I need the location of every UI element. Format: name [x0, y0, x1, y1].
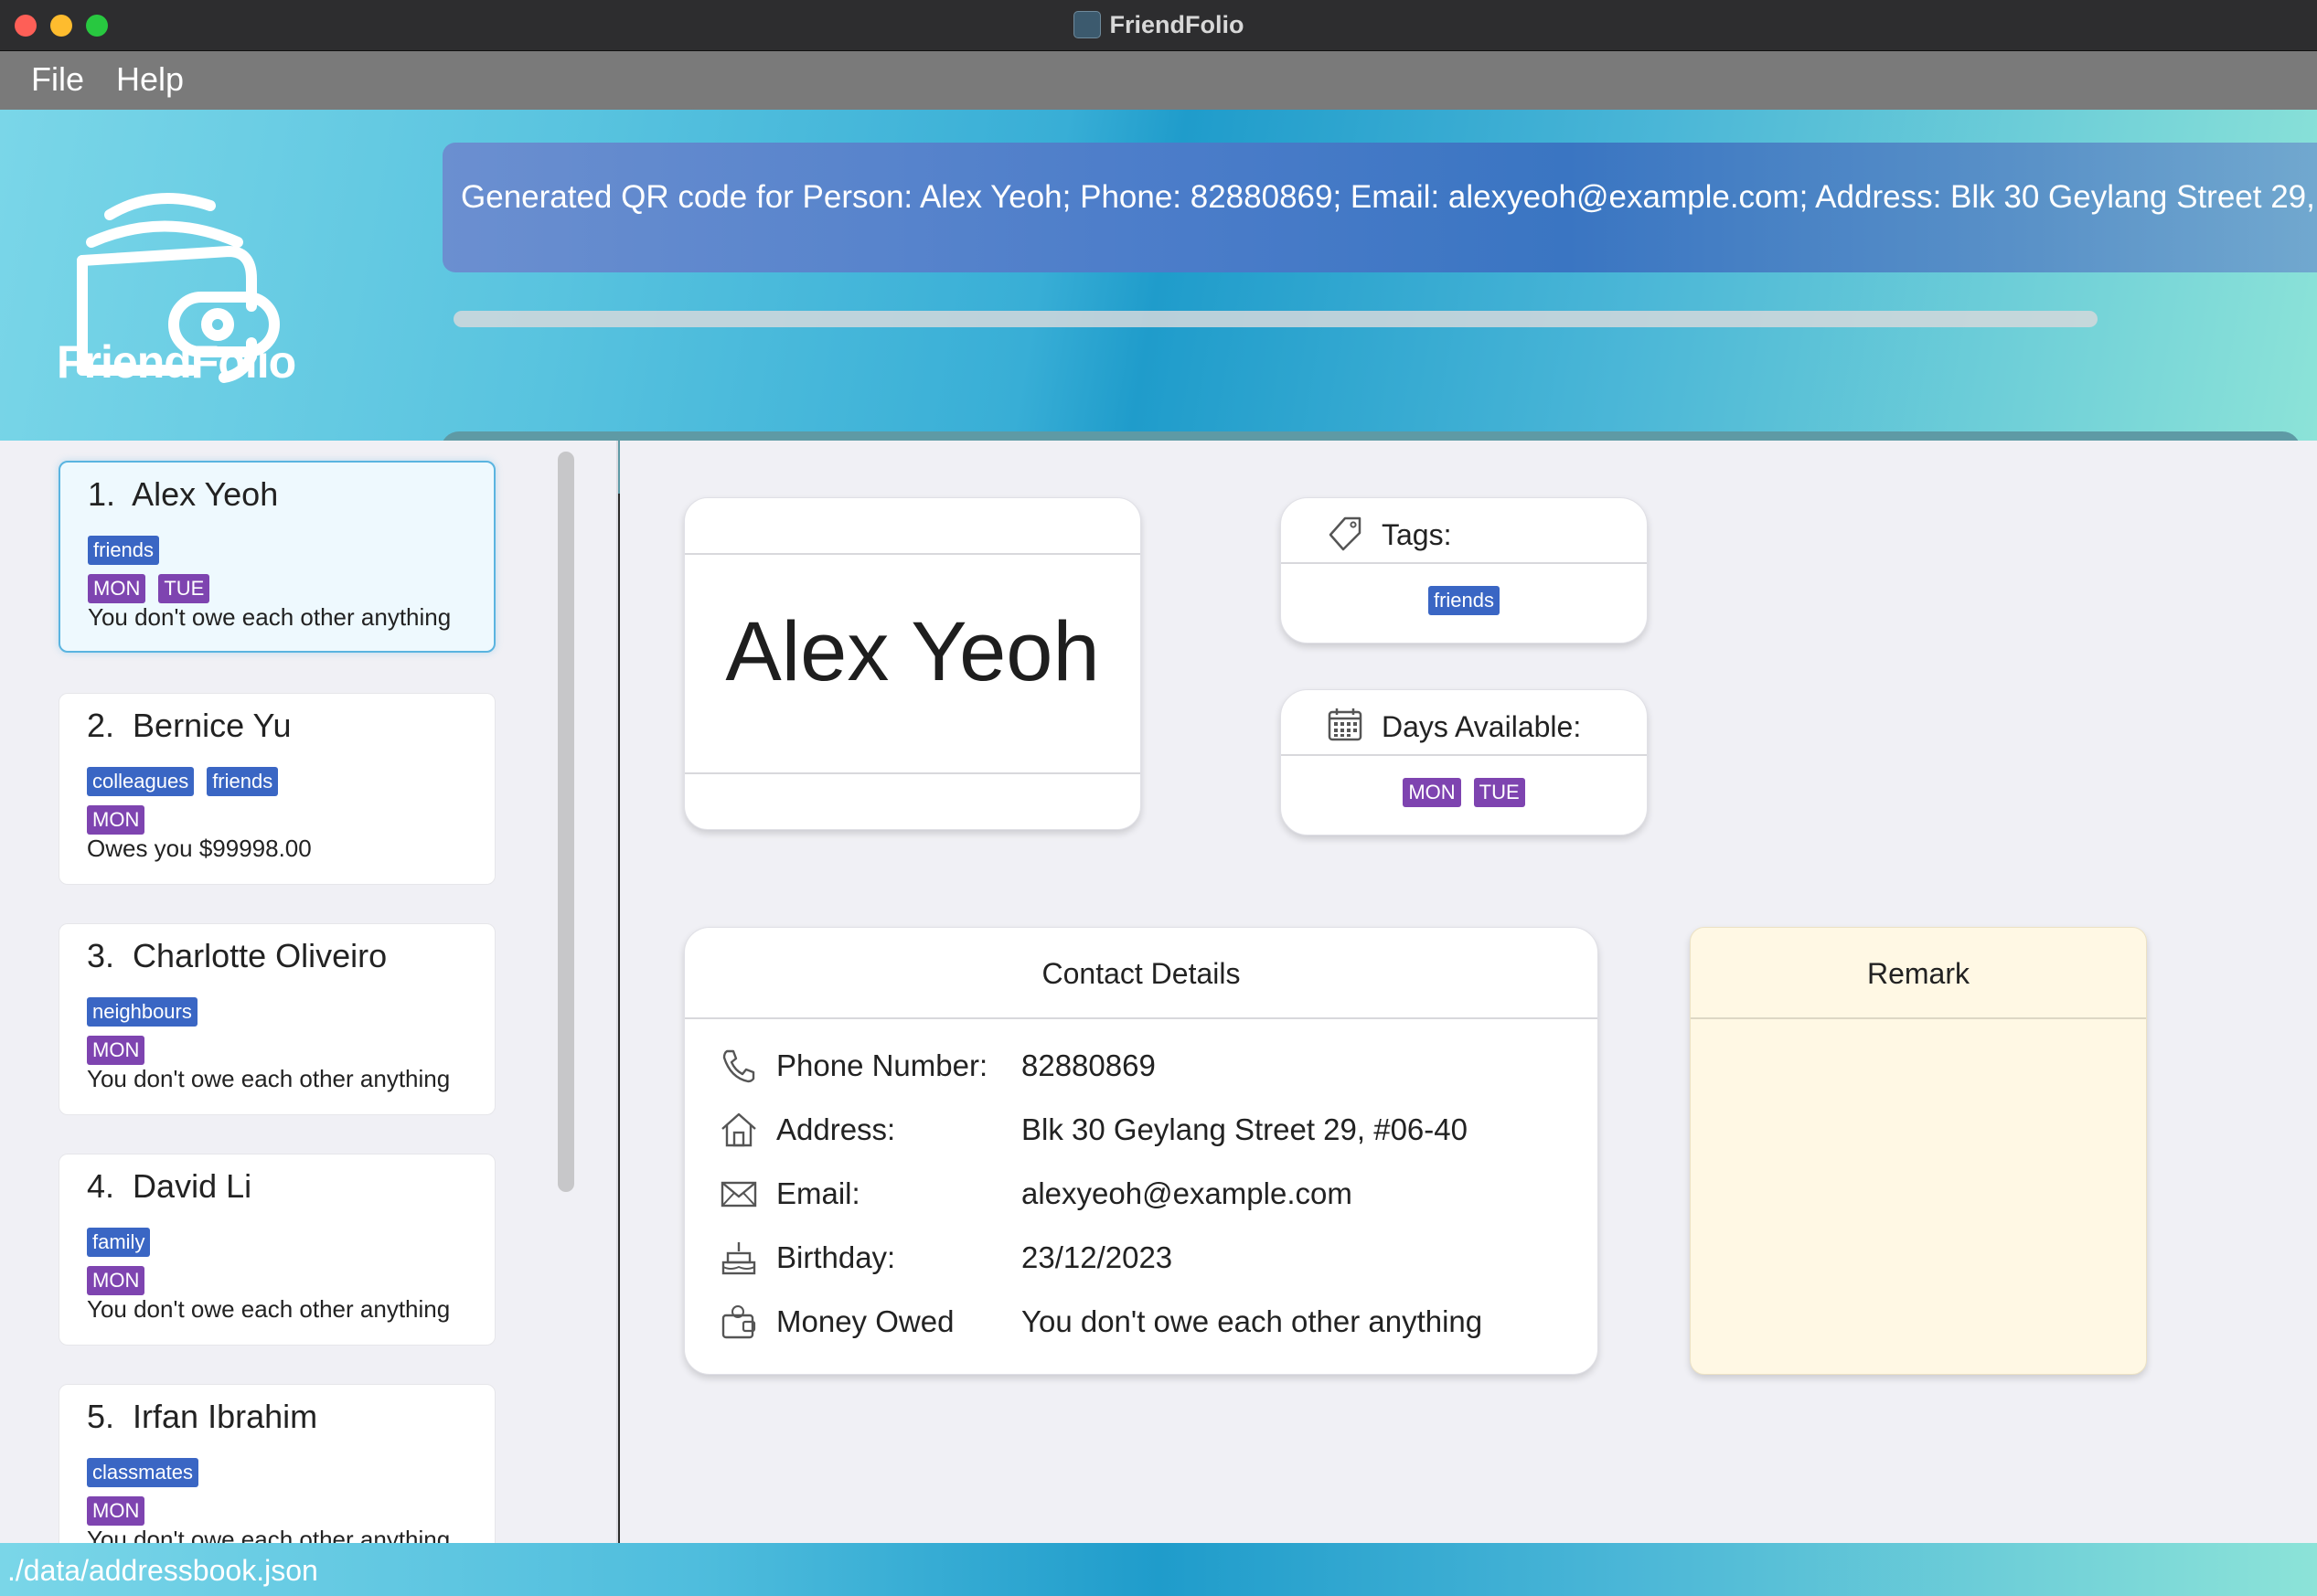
day-chip: MON [87, 1266, 145, 1295]
app-icon [1073, 11, 1101, 38]
remark-card: Remark [1690, 927, 2147, 1375]
name-card: Alex Yeoh [684, 497, 1141, 830]
window-title: FriendFolio [0, 11, 2317, 39]
money-owed-value: You don't owe each other anything [1021, 1304, 1483, 1338]
day-row: MON [87, 805, 145, 835]
tags-card: Tags: friends [1280, 497, 1648, 644]
tag-chip: friends [207, 767, 279, 796]
days-available-title: Days Available: [1382, 710, 1582, 743]
money-status: You don't owe each other anything [87, 1065, 451, 1092]
home-icon [721, 1112, 756, 1147]
address-label: Address: [776, 1112, 896, 1146]
logo-text: FriendFolio [57, 336, 296, 388]
tag-row: friends [88, 536, 160, 565]
birthday-label: Birthday: [776, 1240, 896, 1274]
day-chip: TUE [158, 574, 210, 603]
result-text: Generated QR code for Person: Alex Yeoh;… [443, 143, 2317, 272]
person-card-4[interactable]: 4. David Li family MON You don't owe eac… [59, 1154, 496, 1346]
phone-icon [722, 1049, 755, 1083]
tags-title: Tags: [1382, 518, 1452, 551]
money-owed-row: Money Owed You don't owe each other anyt… [720, 1299, 1561, 1345]
person-name: 2. Bernice Yu [87, 707, 292, 744]
person-card-5[interactable]: 5. Irfan Ibrahim classmates MON You don'… [59, 1384, 496, 1543]
result-display: Generated QR code for Person: Alex Yeoh;… [443, 143, 2317, 382]
birthday-value: 23/12/2023 [1021, 1240, 1173, 1274]
day-chip: TUE [1473, 778, 1525, 807]
header-panel: FriendFolio Generated QR code for Person… [0, 110, 2317, 494]
tag-row: neighbours [87, 997, 198, 1027]
day-row: MON [87, 1036, 145, 1065]
tag-row: colleagues friends [87, 767, 279, 796]
result-horizontal-scrollbar[interactable] [454, 311, 2098, 327]
wallet-icon [721, 1305, 756, 1339]
contact-details-card: Contact Details Phone Number: 82880869 A… [684, 927, 1598, 1375]
tag-row: family [87, 1228, 151, 1257]
day-chip: MON [87, 1036, 145, 1065]
person-list-scrollbar[interactable] [558, 452, 574, 1192]
mail-icon [721, 1181, 757, 1208]
title-bar: FriendFolio [0, 0, 2317, 51]
days-available-card: Days Available: MON TUE [1280, 689, 1648, 835]
status-bar: ./data/addressbook.json [0, 1543, 2317, 1596]
contact-details-title: Contact Details [1041, 957, 1241, 990]
day-chip: MON [88, 574, 146, 603]
menu-help[interactable]: Help [116, 60, 184, 99]
tag-icon [1329, 516, 1361, 551]
detail-tag-row: friends [1281, 586, 1647, 615]
detail-name: Alex Yeoh [725, 605, 1100, 698]
person-name: 4. David Li [87, 1167, 252, 1205]
detail-day-row: MON TUE [1281, 778, 1647, 807]
money-status: Owes you $99998.00 [87, 835, 312, 862]
money-status: You don't owe each other anything [88, 603, 452, 631]
person-detail-panel: Alex Yeoh Tags: friends Days Available: [620, 441, 2317, 1543]
money-status: You don't owe each other anything [87, 1295, 451, 1323]
menu-bar: File Help [0, 51, 2317, 110]
birthday-row: Birthday: 23/12/2023 [720, 1235, 1561, 1281]
email-value: alexyeoh@example.com [1021, 1176, 1352, 1210]
day-row: MON [87, 1266, 145, 1295]
tag-chip: colleagues [87, 767, 195, 796]
phone-label: Phone Number: [776, 1048, 988, 1082]
tag-chip: classmates [87, 1458, 199, 1487]
menu-file[interactable]: File [31, 60, 84, 99]
day-chip: MON [87, 805, 145, 835]
email-row: Email: alexyeoh@example.com [720, 1171, 1561, 1217]
tag-chip: neighbours [87, 997, 198, 1027]
tag-chip: family [87, 1228, 151, 1257]
person-card-3[interactable]: 3. Charlotte Oliveiro neighbours MON You… [59, 923, 496, 1115]
person-name: 3. Charlotte Oliveiro [87, 937, 388, 974]
day-chip: MON [87, 1496, 145, 1526]
day-row: MON [87, 1496, 145, 1526]
person-name: 5. Irfan Ibrahim [87, 1398, 318, 1435]
person-name: 1. Alex Yeoh [88, 475, 279, 513]
remark-title: Remark [1866, 957, 1970, 990]
address-row: Address: Blk 30 Geylang Street 29, #06-4… [720, 1107, 1561, 1153]
save-location-text: ./data/addressbook.json [7, 1554, 318, 1587]
day-row: MON TUE [88, 574, 210, 603]
day-chip: MON [1403, 778, 1461, 807]
person-list-panel: 1. Alex Yeoh friends MON TUE You don't o… [0, 441, 618, 1543]
money-status: You don't owe each other anything [87, 1526, 451, 1543]
money-owed-label: Money Owed [776, 1304, 955, 1338]
calendar-icon [1328, 708, 1362, 741]
cake-icon [721, 1242, 756, 1275]
person-card-2[interactable]: 2. Bernice Yu colleagues friends MON Owe… [59, 693, 496, 885]
tag-chip: friends [1427, 586, 1500, 615]
email-label: Email: [776, 1176, 860, 1210]
person-card-1[interactable]: 1. Alex Yeoh friends MON TUE You don't o… [59, 461, 496, 653]
phone-row: Phone Number: 82880869 [720, 1043, 1561, 1089]
address-value: Blk 30 Geylang Street 29, #06-40 [1021, 1112, 1468, 1146]
tag-chip: friends [88, 536, 160, 565]
tag-row: classmates [87, 1458, 199, 1487]
phone-value: 82880869 [1021, 1048, 1156, 1082]
